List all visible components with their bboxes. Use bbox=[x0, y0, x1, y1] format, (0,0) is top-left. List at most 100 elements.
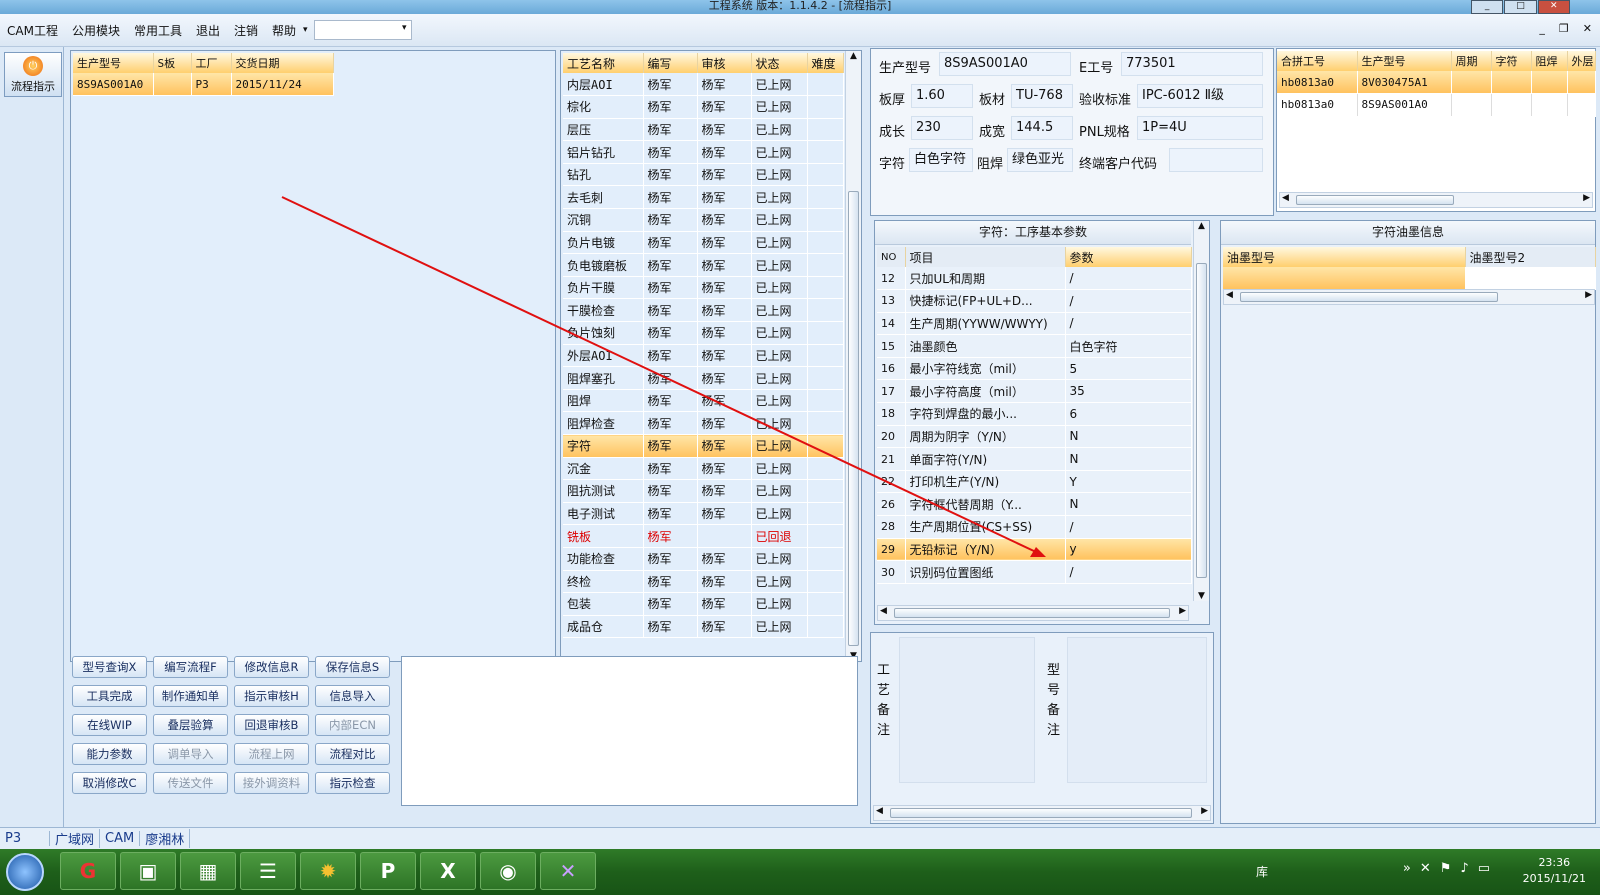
col-sboard[interactable]: S板 bbox=[153, 53, 192, 73]
table-row[interactable]: 去毛刺 杨军 杨军 已上网 bbox=[563, 185, 844, 210]
scroll-left-icon[interactable]: ◀ bbox=[1226, 290, 1233, 300]
action-button[interactable]: 取消修改C bbox=[72, 772, 147, 794]
action-button[interactable]: 修改信息R bbox=[234, 656, 309, 678]
table-row[interactable]: 包装 杨军 杨军 已上网 bbox=[563, 592, 844, 616]
action-button[interactable]: 指示检查 bbox=[315, 772, 390, 794]
x-app-icon[interactable]: ✕ bbox=[540, 852, 596, 890]
action-button[interactable]: 回退审核B bbox=[234, 714, 309, 736]
scroll-thumb[interactable] bbox=[894, 608, 1170, 618]
menu-help[interactable]: 帮助 bbox=[265, 22, 303, 39]
action-button[interactable]: 叠层验算 bbox=[153, 714, 228, 736]
menu-logout[interactable]: 注销 bbox=[227, 22, 265, 39]
table-row[interactable]: 干膜检查 杨军 杨军 已上网 bbox=[563, 298, 844, 323]
maximize-icon[interactable]: □ bbox=[1504, 0, 1537, 14]
table-row[interactable]: 8S9AS001A0 P3 2015/11/24 bbox=[73, 73, 334, 97]
scroll-right-icon[interactable]: ▶ bbox=[1583, 193, 1590, 203]
scroll-right-icon[interactable]: ▶ bbox=[1585, 290, 1592, 300]
table-row[interactable]: 阻焊塞孔 杨军 杨军 已上网 bbox=[563, 366, 844, 390]
scroll-right-icon[interactable]: ▶ bbox=[1179, 606, 1186, 616]
table-row[interactable]: 层压 杨军 杨军 已上网 bbox=[563, 118, 844, 142]
table-row[interactable]: 14 生产周期(YYWW/WWYY) / bbox=[877, 312, 1192, 336]
table-row[interactable]: 负片蚀刻 杨军 杨军 已上网 bbox=[563, 321, 844, 345]
pnl-field[interactable]: 1P=4U bbox=[1137, 116, 1263, 140]
table-row[interactable]: 26 字符框代替周期（Y... N bbox=[877, 492, 1192, 517]
notes-area[interactable] bbox=[401, 656, 858, 806]
action-button[interactable]: 能力参数 bbox=[72, 743, 147, 765]
scroll-left-icon[interactable]: ◀ bbox=[880, 606, 887, 616]
menu-cam[interactable]: CAM工程 bbox=[0, 22, 65, 39]
scroll-down-icon[interactable]: ▼ bbox=[1194, 591, 1209, 601]
menu-common-tools[interactable]: 常用工具 bbox=[127, 22, 189, 39]
length-field[interactable]: 230 bbox=[911, 116, 973, 140]
scroll-up-icon[interactable]: ▲ bbox=[1194, 221, 1209, 231]
table-row[interactable]: 20 周期为阴字（Y/N） N bbox=[877, 425, 1192, 449]
acceptance-field[interactable]: IPC-6012 Ⅱ级 bbox=[1137, 84, 1263, 108]
table-row[interactable]: 字符 杨军 杨军 已上网 bbox=[563, 434, 844, 458]
action-button[interactable]: 内部ECN bbox=[315, 714, 390, 736]
table-row[interactable]: 外层AOI 杨军 杨军 已上网 bbox=[563, 344, 844, 368]
scroll-up-icon[interactable]: ▲ bbox=[846, 51, 861, 61]
col-combine-no[interactable]: 合拼工号 bbox=[1277, 51, 1358, 71]
table-row[interactable]: 18 字符到焊盘的最小... 6 bbox=[877, 402, 1192, 426]
library-label[interactable]: 库 bbox=[1256, 863, 1268, 880]
flag-icon[interactable]: ⚑ bbox=[1440, 861, 1452, 876]
action-button[interactable]: 传送文件 bbox=[153, 772, 228, 794]
col-status[interactable]: 状态 bbox=[751, 53, 808, 73]
notepad-icon[interactable]: ☰ bbox=[240, 852, 296, 890]
scroll-thumb[interactable] bbox=[890, 808, 1192, 818]
ink-hscroll[interactable]: ◀ ▶ bbox=[1223, 289, 1595, 305]
table-row[interactable] bbox=[1223, 267, 1596, 291]
tray-app-icon[interactable]: ✕ bbox=[1420, 861, 1431, 876]
chevron-down-icon[interactable]: ▾ bbox=[303, 25, 308, 35]
width-field[interactable]: 144.5 bbox=[1011, 116, 1073, 140]
table-row[interactable]: 铣板 杨军 已回退 bbox=[563, 524, 844, 548]
scroll-left-icon[interactable]: ◀ bbox=[1282, 193, 1289, 203]
table-row[interactable]: 阻抗测试 杨军 杨军 已上网 bbox=[563, 479, 844, 503]
action-button[interactable]: 指示审核H bbox=[234, 685, 309, 707]
table-row[interactable]: 负片电镀 杨军 杨军 已上网 bbox=[563, 231, 844, 255]
customer-code-field[interactable] bbox=[1169, 148, 1263, 172]
tray-expand-icon[interactable]: » bbox=[1403, 861, 1411, 876]
app-icon-red[interactable]: G bbox=[60, 852, 116, 890]
char-field[interactable]: 白色字符 bbox=[909, 148, 973, 172]
table-row[interactable]: 负片干膜 杨军 杨军 已上网 bbox=[563, 276, 844, 300]
volume-icon[interactable]: ♪ bbox=[1460, 861, 1468, 876]
action-button[interactable]: 接外调资料 bbox=[234, 772, 309, 794]
status-factory[interactable]: P3 bbox=[0, 831, 50, 846]
menu-exit[interactable]: 退出 bbox=[189, 22, 227, 39]
scroll-thumb[interactable] bbox=[1296, 195, 1454, 205]
shell-icon[interactable]: ✹ bbox=[300, 852, 356, 890]
col-author[interactable]: 编写 bbox=[643, 53, 698, 73]
table-row[interactable]: 阻焊 杨军 杨军 已上网 bbox=[563, 389, 844, 413]
close-icon[interactable]: ✕ bbox=[1537, 0, 1570, 14]
table-row[interactable]: 28 生产周期位置(CS+SS) / bbox=[877, 515, 1192, 539]
mdi-close-icon[interactable]: ✕ bbox=[1583, 22, 1592, 35]
col-delivery[interactable]: 交货日期 bbox=[231, 53, 334, 73]
minimize-icon[interactable]: _ bbox=[1471, 0, 1504, 14]
table-row[interactable]: 钻孔 杨军 杨军 已上网 bbox=[563, 163, 844, 187]
clock[interactable]: 23:36 2015/11/21 bbox=[1523, 855, 1586, 887]
table-row[interactable]: 内层AOI 杨军 杨军 已上网 bbox=[563, 73, 844, 97]
network-icon[interactable]: ▭ bbox=[1478, 861, 1490, 876]
col-combine-char[interactable]: 字符 bbox=[1491, 51, 1532, 71]
action-button[interactable]: 制作通知单 bbox=[153, 685, 228, 707]
calculator-icon[interactable]: ▦ bbox=[180, 852, 236, 890]
scroll-thumb[interactable] bbox=[1240, 292, 1498, 302]
combine-hscroll[interactable]: ◀ ▶ bbox=[1279, 192, 1593, 208]
col-ink-model[interactable]: 油墨型号 bbox=[1223, 247, 1466, 267]
table-row[interactable]: 成品仓 杨军 杨军 已上网 bbox=[563, 615, 844, 639]
col-model[interactable]: 生产型号 bbox=[73, 53, 154, 73]
col-difficulty[interactable]: 难度 bbox=[807, 53, 844, 73]
flow-instruction-button[interactable]: ⏻ 流程指示 bbox=[4, 52, 62, 97]
remarks-hscroll[interactable]: ◀ ▶ bbox=[873, 805, 1211, 821]
action-button[interactable]: 流程对比 bbox=[315, 743, 390, 765]
col-process-name[interactable]: 工艺名称 bbox=[563, 53, 644, 73]
mdi-minimize-icon[interactable]: _ bbox=[1539, 22, 1545, 35]
table-row[interactable]: 铝片钻孔 杨军 杨军 已上网 bbox=[563, 140, 844, 164]
params-vscroll[interactable]: ▲ ▼ bbox=[1193, 221, 1209, 601]
table-row[interactable]: 沉铜 杨军 杨军 已上网 bbox=[563, 208, 844, 232]
col-ink-model-2[interactable]: 油墨型号2 bbox=[1465, 247, 1596, 267]
table-row[interactable]: 棕化 杨军 杨军 已上网 bbox=[563, 95, 844, 119]
action-button[interactable]: 工具完成 bbox=[72, 685, 147, 707]
table-row[interactable]: 16 最小字符线宽（mil） 5 bbox=[877, 357, 1192, 381]
